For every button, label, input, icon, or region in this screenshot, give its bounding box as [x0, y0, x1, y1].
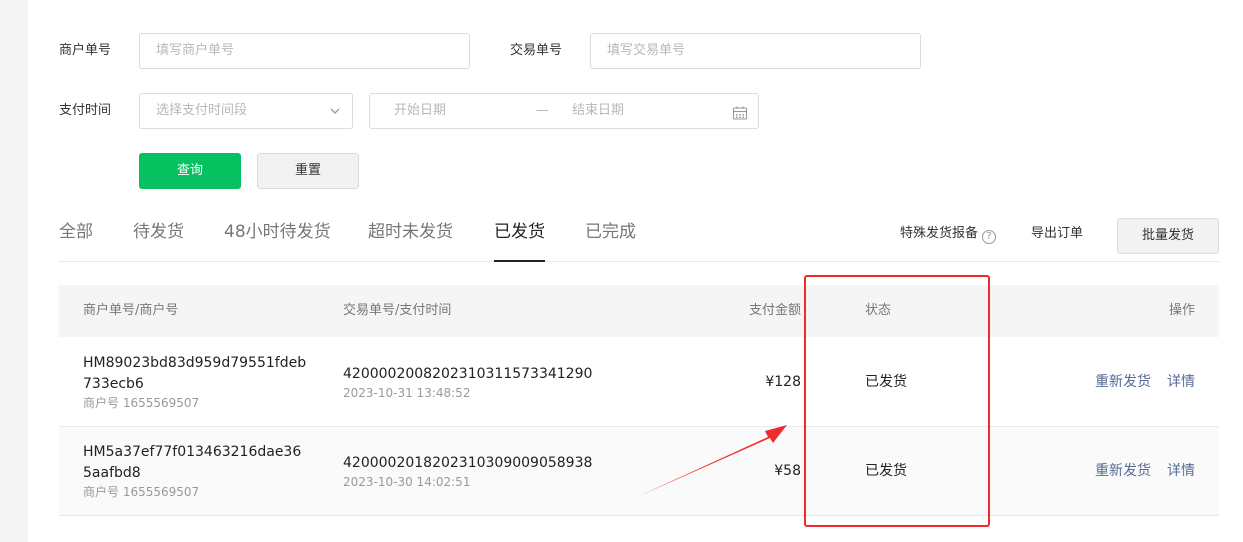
- trade-no: 4200002018202310309009058938: [343, 455, 593, 471]
- reset-button[interactable]: 重置: [257, 153, 359, 189]
- reship-link[interactable]: 重新发货: [1095, 372, 1151, 392]
- table-header: 商户单号/商户号 交易单号/支付时间 支付金额 状态 操作: [59, 285, 1219, 337]
- pay-time: 2023-10-31 13:48:52: [343, 386, 471, 400]
- trade-no: 4200002008202310311573341290: [343, 366, 593, 382]
- detail-link[interactable]: 详情: [1167, 461, 1195, 481]
- trade-order-input[interactable]: 填写交易单号: [590, 33, 921, 69]
- trade-order-label: 交易单号: [510, 43, 563, 58]
- merchant-order-no: HM89023bd83d959d79551fdeb733ecb6: [83, 355, 307, 392]
- end-date-input[interactable]: 结束日期: [572, 94, 624, 128]
- merchant-order-no: HM5a37ef77f013463216dae365aafbd8: [83, 444, 302, 481]
- reship-link[interactable]: 重新发货: [1095, 461, 1151, 481]
- tabs-divider: [58, 261, 1219, 262]
- status-text: 已发货: [865, 374, 907, 390]
- detail-link[interactable]: 详情: [1167, 372, 1195, 392]
- query-button[interactable]: 查询: [139, 153, 241, 189]
- table-row: HM89023bd83d959d79551fdeb733ecb6 商户号 165…: [59, 338, 1219, 427]
- export-orders-link[interactable]: 导出订单: [1031, 224, 1083, 244]
- tab-completed[interactable]: 已完成: [585, 220, 636, 244]
- special-report-label: 特殊发货报备: [900, 226, 979, 241]
- th-merchant: 商户单号/商户号: [83, 303, 179, 318]
- merchant-no: 商户号 1655569507: [83, 396, 200, 410]
- th-amount: 支付金额: [748, 303, 801, 318]
- tab-48h-pending[interactable]: 48小时待发货: [224, 220, 331, 244]
- tab-overdue[interactable]: 超时未发货: [368, 220, 453, 244]
- special-report-link[interactable]: 特殊发货报备?: [900, 224, 997, 244]
- status-text: 已发货: [865, 463, 907, 479]
- th-trade: 交易单号/支付时间: [343, 303, 452, 318]
- pay-time: 2023-10-30 14:02:51: [343, 475, 471, 489]
- start-date-input[interactable]: 开始日期: [394, 94, 446, 128]
- tab-pending-ship[interactable]: 待发货: [133, 220, 184, 244]
- pay-time-select-text: 选择支付时间段: [156, 103, 248, 118]
- date-range-picker[interactable]: 开始日期 — 结束日期: [369, 93, 759, 129]
- chevron-down-icon: [330, 108, 340, 114]
- table-row: HM5a37ef77f013463216dae365aafbd8 商户号 165…: [59, 427, 1219, 516]
- merchant-order-label: 商户单号: [59, 43, 112, 58]
- th-status: 状态: [865, 303, 892, 318]
- merchant-no: 商户号 1655569507: [83, 485, 200, 499]
- help-icon[interactable]: ?: [982, 230, 997, 244]
- date-separator: —: [536, 103, 549, 118]
- merchant-order-input[interactable]: 填写商户单号: [139, 33, 470, 69]
- pay-amount: ¥128: [765, 374, 801, 390]
- th-ops: 操作: [1168, 303, 1195, 318]
- tab-all[interactable]: 全部: [59, 220, 93, 244]
- tab-shipped[interactable]: 已发货: [494, 220, 545, 244]
- calendar-icon: [732, 106, 748, 120]
- pay-time-select[interactable]: 选择支付时间段: [139, 93, 353, 129]
- batch-ship-button[interactable]: 批量发货: [1117, 218, 1219, 254]
- pay-time-label: 支付时间: [59, 103, 112, 118]
- pay-amount: ¥58: [774, 463, 801, 479]
- active-tab-indicator: [494, 260, 545, 262]
